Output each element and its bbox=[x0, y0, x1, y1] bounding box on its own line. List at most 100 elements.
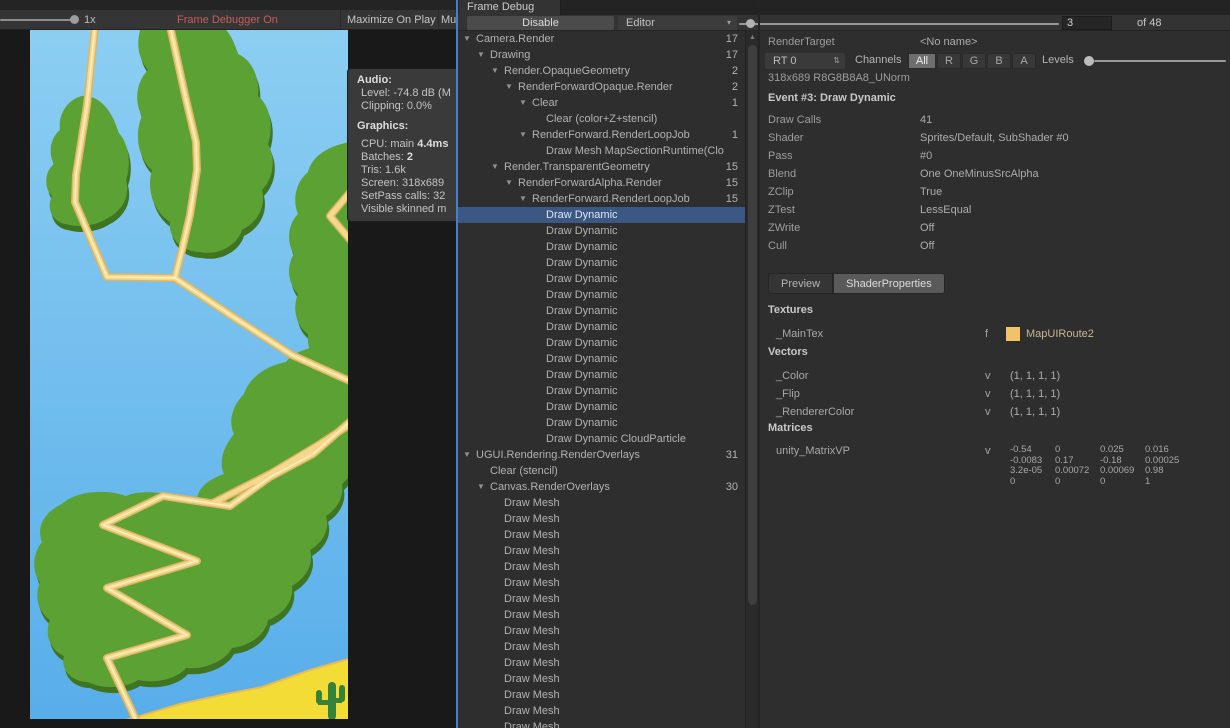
foldout-triangle-icon[interactable]: ▼ bbox=[477, 47, 485, 63]
foldout-triangle-icon[interactable]: ▼ bbox=[463, 31, 471, 47]
rt-index-dropdown[interactable]: RT 0 ⇅ bbox=[765, 53, 845, 69]
texture-property-name: _MainTex bbox=[776, 328, 824, 340]
tab-frame-debug[interactable]: Frame Debug bbox=[459, 0, 561, 15]
scrollbar-thumb[interactable] bbox=[748, 45, 757, 605]
shader-link[interactable]: Sprites/Default, SubShader #0 bbox=[920, 129, 1069, 147]
tree-row[interactable]: Clear (color+Z+stencil) bbox=[458, 111, 745, 127]
tree-row[interactable]: Draw Mesh bbox=[458, 639, 745, 655]
foldout-triangle-icon[interactable]: ▼ bbox=[519, 191, 527, 207]
tree-row[interactable]: ▼ Camera.Render 17 bbox=[458, 31, 745, 47]
tree-row[interactable]: Draw Dynamic bbox=[458, 351, 745, 367]
property-value: True bbox=[920, 186, 943, 198]
tab-shader-properties[interactable]: ShaderProperties bbox=[833, 273, 945, 294]
tree-row[interactable]: ▼ RenderForwardAlpha.Render 15 bbox=[458, 175, 745, 191]
tree-row[interactable]: ▼ RenderForward.RenderLoopJob 1 bbox=[458, 127, 745, 143]
texture-name: MapUIRoute2 bbox=[1026, 328, 1094, 340]
scale-slider-knob[interactable] bbox=[70, 15, 79, 24]
levels-slider-knob[interactable] bbox=[1084, 56, 1094, 66]
tree-row[interactable]: ▼ Canvas.RenderOverlays 30 bbox=[458, 479, 745, 495]
tree-row[interactable]: ▼ Drawing 17 bbox=[458, 47, 745, 63]
levels-slider[interactable] bbox=[1094, 60, 1226, 62]
tree-row[interactable]: Draw Dynamic bbox=[458, 383, 745, 399]
tree-row[interactable]: Draw Mesh bbox=[458, 719, 745, 728]
channel-button-r[interactable]: R bbox=[937, 53, 961, 69]
tree-row[interactable]: ▼ RenderForwardOpaque.Render 2 bbox=[458, 79, 745, 95]
foldout-triangle-icon[interactable]: ▼ bbox=[463, 447, 471, 463]
channel-button-b[interactable]: B bbox=[987, 53, 1011, 69]
tree-row[interactable]: Draw Mesh MapSectionRuntime(Clo bbox=[458, 143, 745, 159]
event-slider-knob[interactable] bbox=[746, 19, 755, 28]
target-dropdown[interactable]: Editor ▾ bbox=[618, 16, 737, 30]
tree-row[interactable]: ▼ RenderForward.RenderLoopJob 15 bbox=[458, 191, 745, 207]
tree-row[interactable]: Draw Mesh bbox=[458, 623, 745, 639]
matrix-type-flag: v bbox=[985, 445, 991, 457]
tree-row[interactable]: Draw Dynamic bbox=[458, 415, 745, 431]
foldout-triangle-icon[interactable]: ▼ bbox=[491, 159, 499, 175]
tree-row[interactable]: ▼ Clear 1 bbox=[458, 95, 745, 111]
event-tree: ▼ Camera.Render 17 ▼ Drawing 17 ▼ Render.Opaque… bbox=[458, 31, 745, 728]
tree-row[interactable]: Draw Dynamic bbox=[458, 399, 745, 415]
tree-row[interactable]: Draw Dynamic bbox=[458, 239, 745, 255]
tree-row[interactable]: Draw Mesh bbox=[458, 511, 745, 527]
maximize-on-play-button[interactable]: Maximize On Play bbox=[347, 14, 436, 26]
tree-row-label: Draw Mesh bbox=[504, 609, 560, 621]
texture-row[interactable]: _MainTex f MapUIRoute2 bbox=[760, 325, 1230, 343]
tree-row-label: Draw Dynamic bbox=[546, 257, 618, 269]
vector-row: _Flip v (1, 1, 1, 1) bbox=[760, 385, 1230, 403]
event-total-label: of 48 bbox=[1137, 17, 1162, 29]
tab-preview[interactable]: Preview bbox=[768, 273, 834, 294]
tree-row[interactable]: Draw Mesh bbox=[458, 703, 745, 719]
tree-row[interactable]: Draw Mesh bbox=[458, 575, 745, 591]
tree-row[interactable]: ▼ Render.OpaqueGeometry 2 bbox=[458, 63, 745, 79]
buffer-info: 318x689 R8G8B8A8_UNorm bbox=[768, 72, 910, 84]
tree-scrollbar[interactable]: ▲ bbox=[745, 31, 758, 728]
tree-row[interactable]: Draw Dynamic bbox=[458, 287, 745, 303]
tree-row[interactable]: Draw Mesh bbox=[458, 559, 745, 575]
tree-row[interactable]: Draw Dynamic bbox=[458, 207, 745, 223]
scale-slider[interactable] bbox=[0, 19, 74, 21]
channel-button-a[interactable]: A bbox=[1012, 53, 1036, 69]
foldout-triangle-icon[interactable]: ▼ bbox=[505, 175, 513, 191]
tree-row[interactable]: Draw Dynamic CloudParticle bbox=[458, 431, 745, 447]
vector-value: (1, 1, 1, 1) bbox=[1010, 388, 1061, 400]
tree-row[interactable]: Draw Dynamic bbox=[458, 303, 745, 319]
target-dropdown-value: Editor bbox=[626, 17, 655, 29]
tree-row-label: Clear bbox=[532, 97, 559, 109]
tree-row[interactable]: Draw Dynamic bbox=[458, 271, 745, 287]
tree-row[interactable]: Draw Mesh bbox=[458, 591, 745, 607]
tree-row[interactable]: Draw Dynamic bbox=[458, 367, 745, 383]
event-number-input[interactable] bbox=[1062, 16, 1112, 30]
textures-header: Textures bbox=[768, 304, 814, 316]
channel-button-all[interactable]: All bbox=[908, 53, 936, 69]
tree-row[interactable]: Draw Dynamic bbox=[458, 255, 745, 271]
tree-row[interactable]: Draw Mesh bbox=[458, 607, 745, 623]
disable-button[interactable]: Disable bbox=[467, 16, 614, 30]
stat-text: Visible skinned m bbox=[361, 203, 447, 215]
foldout-triangle-icon[interactable]: ▼ bbox=[519, 127, 527, 143]
channel-button-g[interactable]: G bbox=[962, 53, 986, 69]
tree-row[interactable]: Draw Mesh bbox=[458, 527, 745, 543]
tree-row[interactable]: Draw Dynamic bbox=[458, 319, 745, 335]
unity-editor-root: 1x Frame Debugger On Maximize On Play Mu bbox=[0, 0, 1230, 728]
foldout-triangle-icon[interactable]: ▼ bbox=[477, 479, 485, 495]
foldout-triangle-icon[interactable]: ▼ bbox=[505, 79, 513, 95]
tree-row[interactable]: Draw Dynamic bbox=[458, 223, 745, 239]
tree-row[interactable]: Draw Mesh bbox=[458, 655, 745, 671]
tree-row[interactable]: Draw Dynamic bbox=[458, 335, 745, 351]
tree-row[interactable]: Draw Mesh bbox=[458, 495, 745, 511]
texture-thumbnail[interactable] bbox=[1006, 327, 1020, 341]
tree-row[interactable]: Clear (stencil) bbox=[458, 463, 745, 479]
tree-row[interactable]: Draw Mesh bbox=[458, 671, 745, 687]
event-slider[interactable] bbox=[739, 23, 1059, 25]
tree-row[interactable]: ▼ UGUI.Rendering.RenderOverlays 31 bbox=[458, 447, 745, 463]
game-view-panel: 1x Frame Debugger On Maximize On Play Mu bbox=[0, 0, 459, 728]
foldout-triangle-icon[interactable]: ▼ bbox=[491, 63, 499, 79]
tree-row[interactable]: Draw Mesh bbox=[458, 687, 745, 703]
tree-row-label: Render.TransparentGeometry bbox=[504, 161, 650, 173]
texture-type-flag: f bbox=[985, 328, 989, 340]
foldout-triangle-icon[interactable]: ▼ bbox=[519, 95, 527, 111]
mute-audio-button[interactable]: Mu bbox=[441, 14, 456, 26]
tree-row[interactable]: Draw Mesh bbox=[458, 543, 745, 559]
tree-row[interactable]: ▼ Render.TransparentGeometry 15 bbox=[458, 159, 745, 175]
stat-text: CPU: main bbox=[361, 138, 418, 150]
